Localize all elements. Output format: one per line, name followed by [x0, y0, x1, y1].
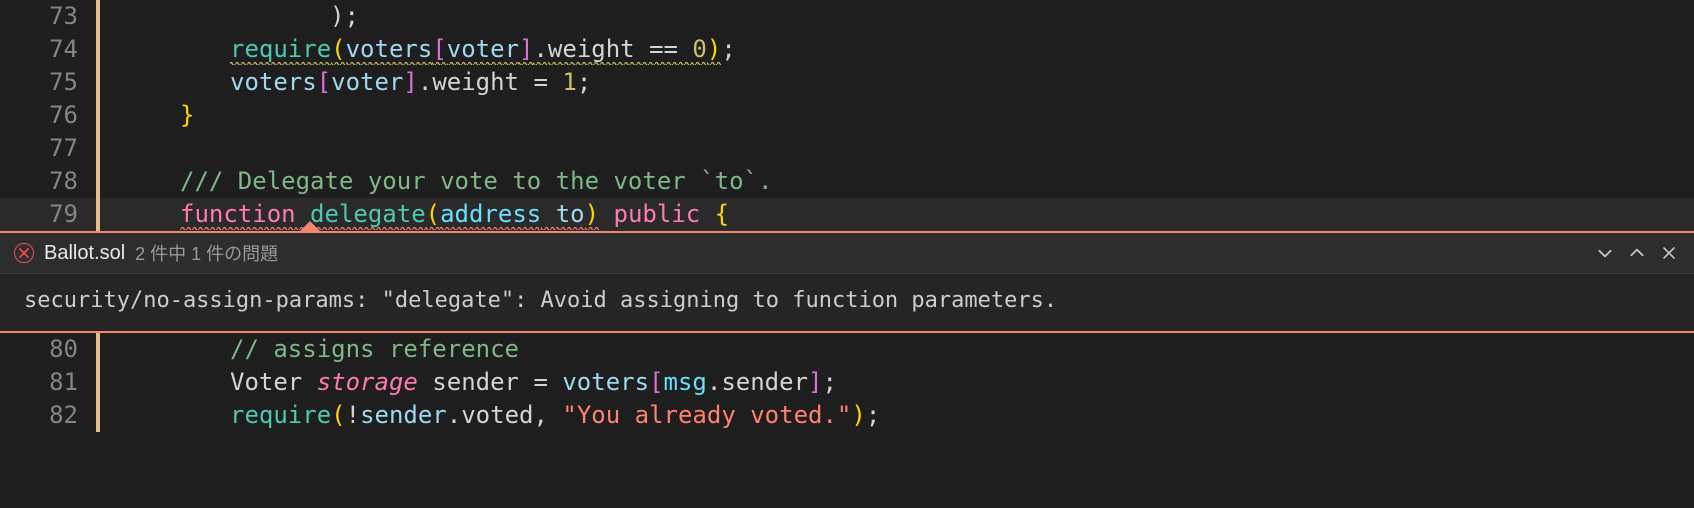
problem-peek-widget: Ballot.sol 2 件中 1 件の問題 security/no-assig…: [0, 231, 1694, 333]
code-line[interactable]: 73);: [0, 0, 1694, 33]
peek-filename: Ballot.sol: [44, 242, 125, 265]
line-number: 76: [0, 99, 96, 132]
next-problem-button[interactable]: [1594, 242, 1616, 264]
code-line[interactable]: 82 require(!sender.voted, "You already vo…: [0, 399, 1694, 432]
code-line[interactable]: 74 require(voters[voter].weight == 0);: [0, 33, 1694, 66]
line-number: 80: [0, 333, 96, 366]
peek-problem-count: 2 件中 1 件の問題: [135, 240, 278, 266]
line-number: 78: [0, 165, 96, 198]
code-line[interactable]: 79 function delegate(address to) public {: [0, 198, 1694, 231]
code-content[interactable]: Voter storage sender = voters[msg.sender…: [230, 366, 1694, 399]
prev-problem-button[interactable]: [1626, 242, 1648, 264]
code-content[interactable]: voters[voter].weight = 1;: [230, 66, 1694, 99]
line-number: 74: [0, 33, 96, 66]
code-content[interactable]: require(voters[voter].weight == 0);: [230, 33, 1694, 66]
code-content[interactable]: /// Delegate your vote to the voter `to`…: [180, 165, 1694, 198]
peek-message: security/no-assign-params: "delegate": A…: [0, 274, 1694, 331]
code-line[interactable]: 81 Voter storage sender = voters[msg.send…: [0, 366, 1694, 399]
peek-header: Ballot.sol 2 件中 1 件の問題: [0, 233, 1694, 273]
line-number: 73: [0, 0, 96, 33]
code-line[interactable]: 80 // assigns reference: [0, 333, 1694, 366]
code-content[interactable]: );: [330, 0, 1694, 33]
code-line[interactable]: 76}: [0, 99, 1694, 132]
error-icon: [14, 243, 34, 263]
code-line[interactable]: 77: [0, 132, 1694, 165]
line-number: 79: [0, 198, 96, 231]
peek-pointer: [300, 221, 320, 231]
code-line[interactable]: 78 /// Delegate your vote to the voter `t…: [0, 165, 1694, 198]
code-content[interactable]: function delegate(address to) public {: [180, 198, 1694, 231]
code-line[interactable]: 75 voters[voter].weight = 1;: [0, 66, 1694, 99]
line-number: 81: [0, 366, 96, 399]
close-peek-button[interactable]: [1658, 242, 1680, 264]
code-editor[interactable]: 73);74require(voters[voter].weight == 0)…: [0, 0, 1694, 432]
line-number: 77: [0, 132, 96, 165]
code-content[interactable]: require(!sender.voted, "You already vote…: [230, 399, 1694, 432]
line-number: 75: [0, 66, 96, 99]
code-content[interactable]: [130, 132, 1694, 165]
code-content[interactable]: // assigns reference: [230, 333, 1694, 366]
code-content[interactable]: }: [180, 99, 1694, 132]
line-number: 82: [0, 399, 96, 432]
